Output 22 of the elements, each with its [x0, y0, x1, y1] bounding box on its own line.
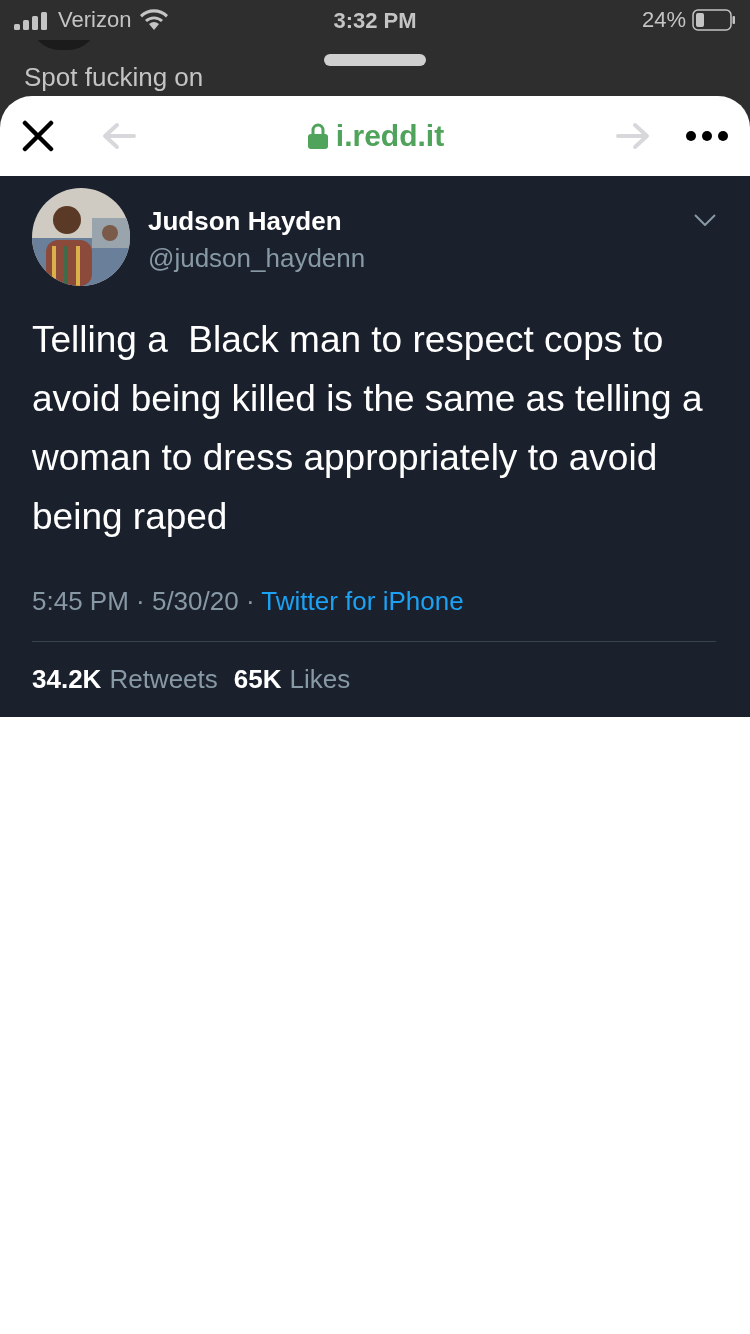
close-icon[interactable]	[22, 120, 54, 152]
more-icon[interactable]	[686, 131, 728, 141]
stat-label[interactable]: Retweets	[109, 664, 218, 694]
battery-percent: 24%	[641, 7, 686, 33]
tweet-text: Telling a Black man to respect cops to avoid being killed is the same as telling a woman to dress appropriately to avoid being raped	[32, 318, 704, 539]
comment-text: Spot fucking on	[24, 62, 204, 93]
lock-icon	[307, 123, 328, 149]
sheet-grabber[interactable]	[324, 54, 426, 66]
clock-time: 3:32 PM	[333, 8, 417, 34]
wifi-icon	[139, 9, 170, 31]
url-text[interactable]: i.redd.it	[335, 119, 445, 153]
carrier-name: Verizon	[58, 7, 132, 33]
chevron-down-icon[interactable]	[694, 214, 716, 226]
user-handle: @judson_haydenn	[148, 243, 367, 274]
battery-icon	[692, 9, 736, 31]
user-name: Judson Hayden	[148, 206, 343, 237]
source-link[interactable]: Twitter for iPhone	[261, 586, 464, 616]
tweet-time: 5:45 PM · 5/30/20 ·	[32, 586, 256, 616]
stat-label[interactable]: Likes	[289, 664, 351, 694]
stat-count: 65K	[233, 664, 282, 694]
stat-count: 34.2K	[32, 664, 102, 694]
signal-icon	[14, 10, 50, 30]
